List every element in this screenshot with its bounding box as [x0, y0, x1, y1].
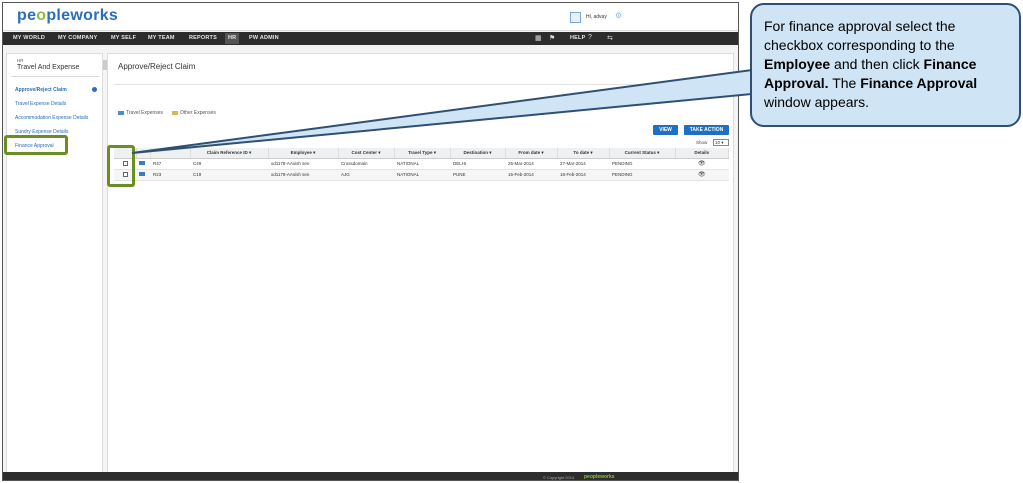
instruction-callout: For finance approval select the checkbox… [750, 3, 1021, 127]
